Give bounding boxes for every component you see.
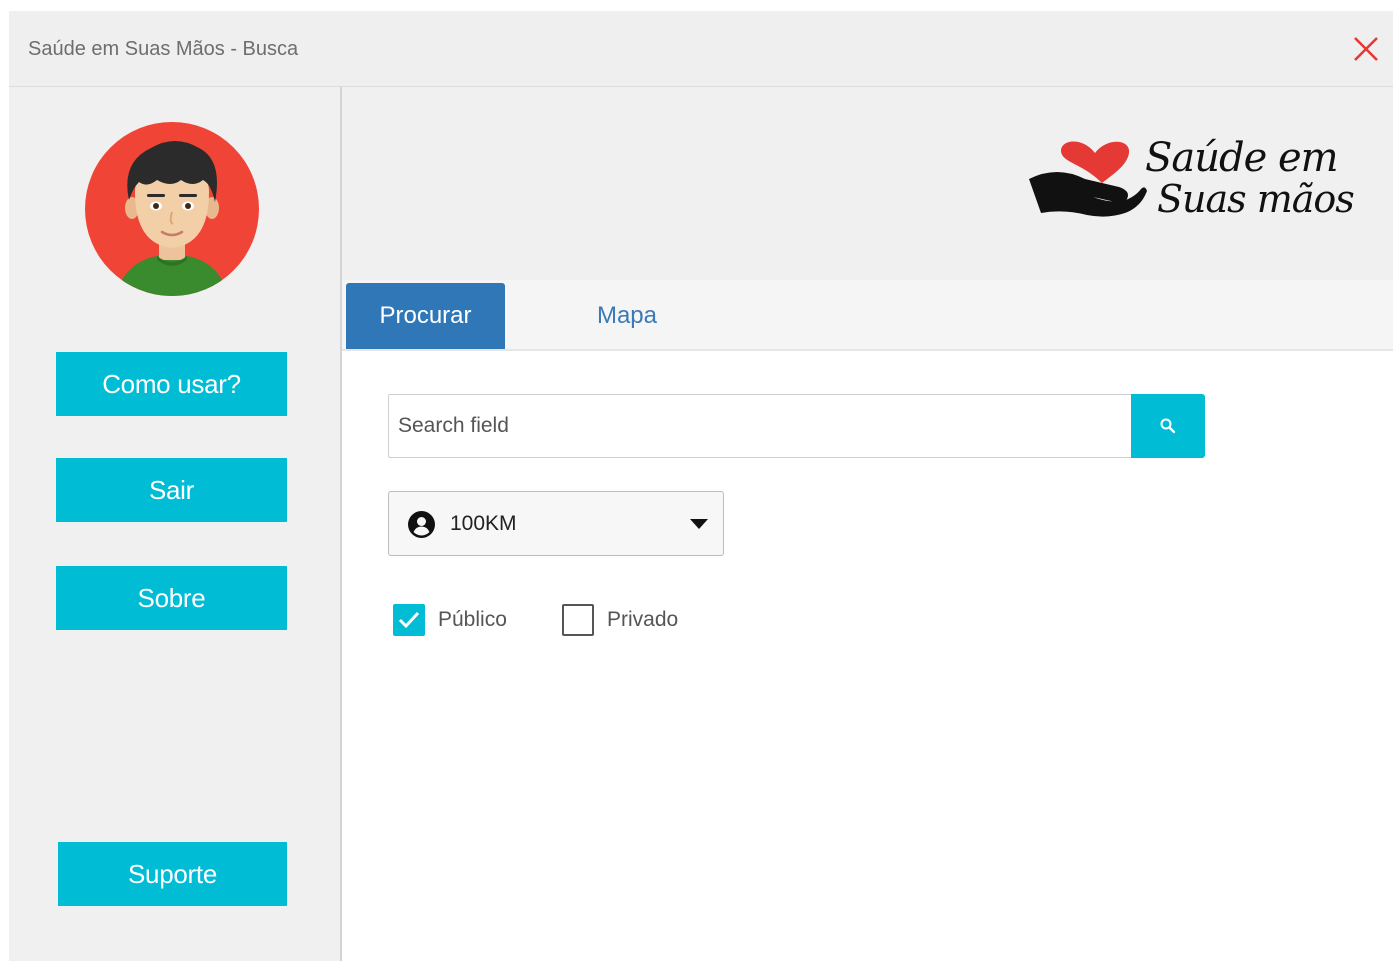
suporte-button[interactable]: Suporte xyxy=(58,842,287,906)
distance-select[interactable]: 100KM xyxy=(388,491,724,556)
user-circle-icon xyxy=(408,511,435,538)
sidebar: Como usar? Sair Sobre Suporte xyxy=(9,87,342,961)
checkbox-publico-label: Público xyxy=(438,608,507,631)
search-button[interactable] xyxy=(1131,394,1205,458)
search-icon xyxy=(1160,418,1176,434)
search-input[interactable] xyxy=(388,394,1131,458)
tab-bar: Procurar Mapa xyxy=(342,280,1393,351)
app-window: Saúde em Suas Mãos - Busca Como usar? Sa… xyxy=(9,11,1393,961)
distance-value: 100KM xyxy=(450,512,517,535)
checkbox-publico-box[interactable] xyxy=(393,604,425,636)
title-bar: Saúde em Suas Mãos - Busca xyxy=(9,11,1393,87)
close-icon xyxy=(1354,37,1378,61)
checkbox-privado-box[interactable] xyxy=(562,604,594,636)
logo-text-line2: Suas mãos xyxy=(1157,177,1355,221)
window-title: Saúde em Suas Mãos - Busca xyxy=(28,38,299,60)
tab-procurar[interactable]: Procurar xyxy=(346,283,505,349)
tab-mapa[interactable]: Mapa xyxy=(532,283,722,349)
sobre-button[interactable]: Sobre xyxy=(56,566,287,630)
avatar[interactable] xyxy=(85,122,259,296)
app-logo: Saúde em Suas mãos xyxy=(1027,135,1372,230)
header-area: Saúde em Suas mãos xyxy=(342,87,1393,280)
como-usar-button[interactable]: Como usar? xyxy=(56,352,287,416)
checkbox-publico[interactable]: Público xyxy=(393,603,507,637)
user-avatar-icon xyxy=(85,122,259,296)
logo-text-line1: Saúde em xyxy=(1145,135,1339,181)
check-icon xyxy=(398,611,420,629)
chevron-down-icon xyxy=(690,519,708,529)
checkbox-privado-label: Privado xyxy=(607,608,679,631)
close-button[interactable] xyxy=(1351,34,1381,64)
main-content: Saúde em Suas mãos Procurar Mapa 100KM xyxy=(342,87,1393,961)
sair-button[interactable]: Sair xyxy=(56,458,287,522)
checkbox-privado[interactable]: Privado xyxy=(562,603,678,637)
